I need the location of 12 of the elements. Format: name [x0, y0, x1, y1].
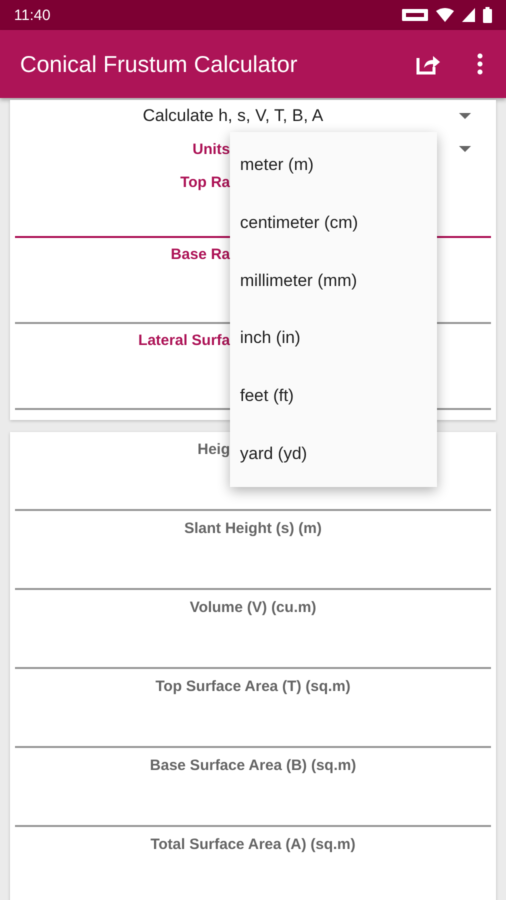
field-label: Volume (V) (cu.m)	[190, 599, 316, 616]
field-label: Heig	[197, 441, 230, 458]
field-label: Lateral Surfa	[138, 332, 230, 349]
field-label: Base Surface Area (B) (sq.m)	[150, 757, 356, 774]
status-time: 11:40	[14, 6, 50, 24]
units-label: Units	[192, 140, 230, 158]
field-label: Top Surface Area (T) (sq.m)	[155, 678, 351, 695]
field-label: Total Surface Area (A) (sq.m)	[150, 836, 356, 853]
app-title: Conical Frustum Calculator	[20, 50, 298, 78]
field-label: Top Ra	[180, 174, 230, 191]
field-label: Slant Height (s) (m)	[184, 520, 322, 537]
field-label: Base Ra	[170, 246, 230, 263]
